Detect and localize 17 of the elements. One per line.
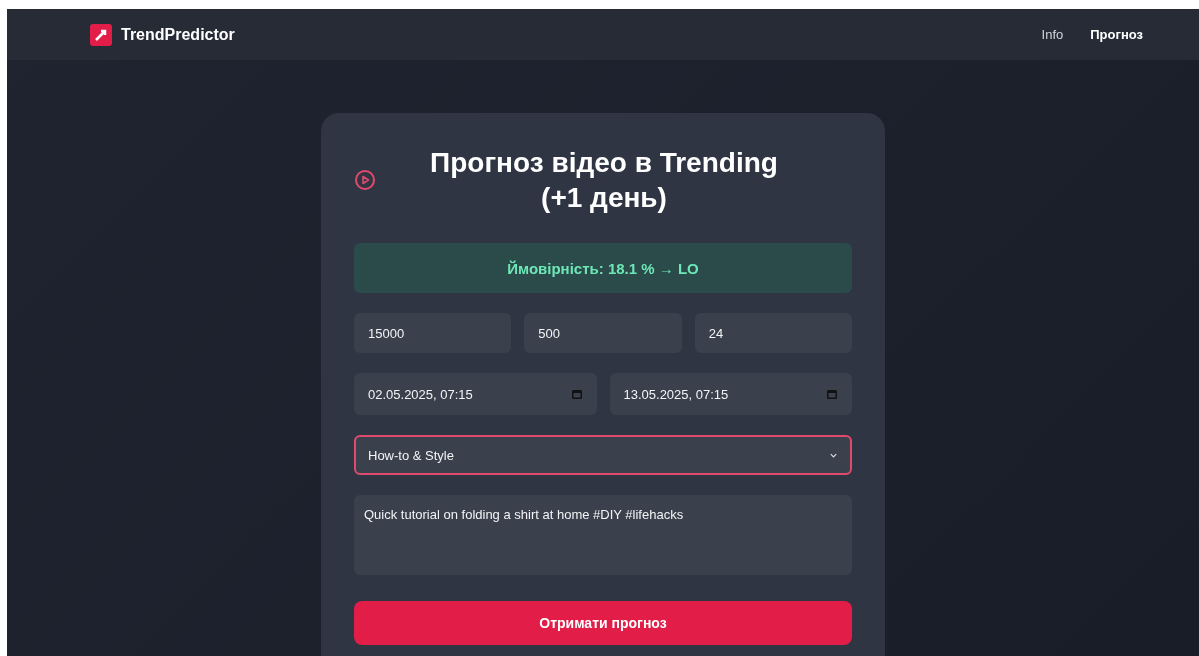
card-title: Прогноз відео в Trending (+1 день) bbox=[429, 146, 779, 215]
description-field[interactable]: Quick tutorial on folding a shirt at home #DIY #lifehacks bbox=[354, 495, 852, 575]
brand-name: TrendPredictor bbox=[121, 25, 235, 44]
calendar-icon[interactable] bbox=[826, 388, 838, 400]
date-field[interactable]: 13.05.2025, 07:15 bbox=[609, 373, 852, 415]
submit-button[interactable]: Отримати прогноз bbox=[354, 601, 852, 645]
number-field[interactable]: 500 bbox=[524, 313, 682, 353]
date-field[interactable]: 02.05.2025, 07:15 bbox=[354, 373, 597, 415]
calendar-icon[interactable] bbox=[570, 388, 583, 400]
play-circle-icon bbox=[354, 169, 376, 191]
number-field[interactable]: 24 bbox=[694, 313, 852, 353]
nav-link[interactable]: Прогноз bbox=[1090, 27, 1143, 42]
number-field[interactable]: 15000 bbox=[354, 313, 512, 353]
result-banner: Ймовірність: 18.1 % → LO bbox=[354, 243, 852, 293]
nav-link[interactable]: Info bbox=[1041, 27, 1064, 42]
logo-icon bbox=[90, 23, 112, 46]
category-select[interactable]: How-to & Style bbox=[354, 435, 852, 475]
